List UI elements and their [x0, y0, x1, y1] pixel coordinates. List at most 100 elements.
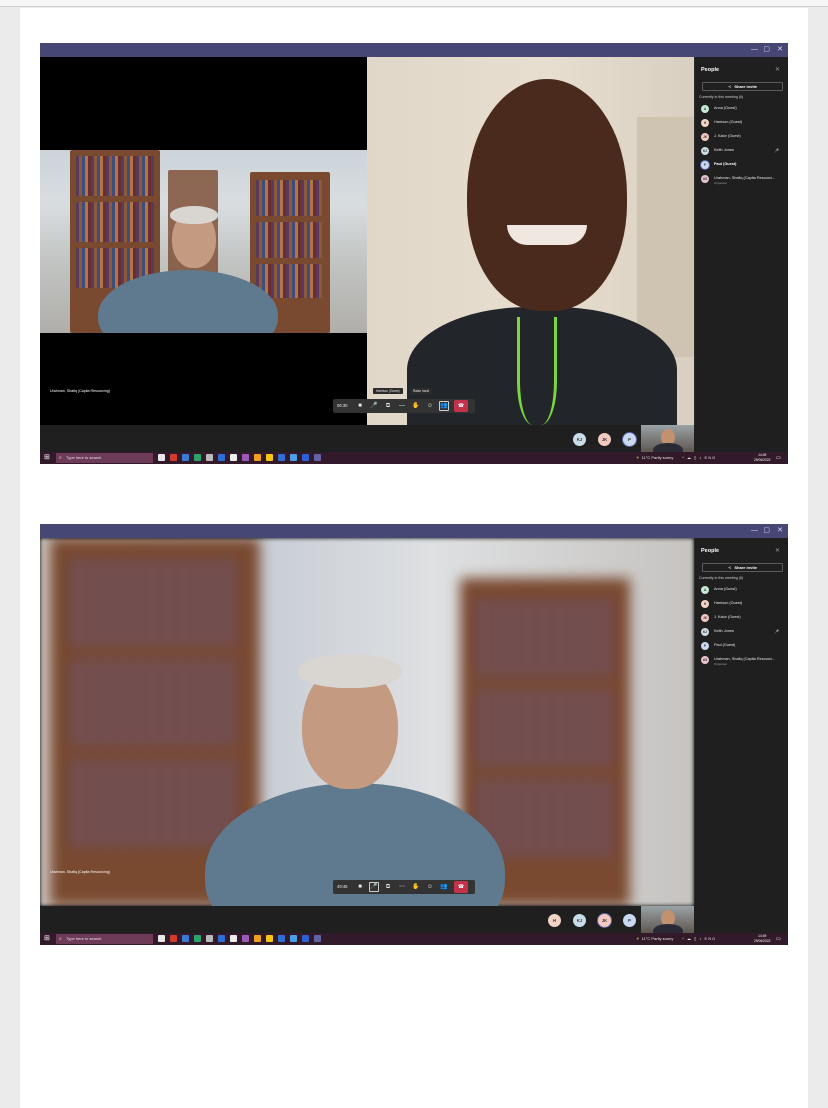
participant-role: Organiser: [714, 662, 728, 666]
outlook-icon[interactable]: [278, 454, 285, 461]
taskbar-clock[interactable]: 14:49 29/04/2022: [754, 934, 771, 943]
share-screen-icon[interactable]: ⧉: [383, 401, 393, 411]
participant-row[interactable]: P Paul (Guest): [701, 159, 785, 173]
task-view-icon[interactable]: [158, 454, 165, 461]
section-heading[interactable]: Currently in this meeting (6): [699, 576, 743, 580]
teams-icon[interactable]: [314, 935, 321, 942]
leave-call-button[interactable]: ☎: [454, 881, 468, 893]
participant-row[interactable]: US Urahman, Shafiq (Capita Resourci... Org…: [701, 173, 785, 187]
app-icon[interactable]: [302, 454, 309, 461]
taskbar-search[interactable]: ⌕ Type here to search: [56, 453, 153, 463]
participant-name: Anna (Guest): [714, 587, 737, 591]
raise-hand-icon[interactable]: ✋: [411, 882, 421, 892]
participant-name: Anna (Guest): [714, 106, 737, 110]
leave-call-button[interactable]: ☎: [454, 400, 468, 412]
strip-avatar[interactable]: KJ: [573, 914, 586, 927]
participant-avatar: P: [701, 642, 709, 650]
app-icon[interactable]: [254, 935, 261, 942]
participant-row[interactable]: H Harrison (Guest): [701, 598, 785, 612]
app-icon[interactable]: [290, 454, 297, 461]
app-icon[interactable]: [218, 935, 225, 942]
participant-row[interactable]: KJ Keith Jones 🎤: [701, 626, 785, 640]
folder-icon[interactable]: [266, 935, 273, 942]
strip-avatar[interactable]: KJ: [573, 433, 586, 446]
minimize-icon[interactable]: —: [751, 525, 758, 537]
weather-widget[interactable]: ☀ 11°C Partly sunny: [636, 452, 673, 464]
strip-avatar[interactable]: JK: [598, 914, 611, 927]
participant-row[interactable]: H Harrison (Guest): [701, 117, 785, 131]
browser-icon[interactable]: [182, 935, 189, 942]
app-icon[interactable]: [290, 935, 297, 942]
participant-row[interactable]: JK J. Kalor (Guest): [701, 612, 785, 626]
search-icon: ⌕: [59, 936, 62, 942]
teams-icon[interactable]: [314, 454, 321, 461]
participant-row[interactable]: US Urahman, Shafiq (Capita Resourci... Org…: [701, 654, 785, 668]
camera-icon[interactable]: ■: [355, 401, 365, 411]
outlook-icon[interactable]: [278, 935, 285, 942]
more-actions-icon[interactable]: ⋯: [397, 882, 407, 892]
app-icon[interactable]: [194, 454, 201, 461]
app-icon[interactable]: [242, 454, 249, 461]
weather-widget[interactable]: ☀ 11°C Partly sunny: [636, 933, 673, 945]
participant-avatar: US: [701, 656, 709, 664]
weather-sun-icon: ☀: [636, 455, 640, 460]
app-icon[interactable]: [194, 935, 201, 942]
mic-icon[interactable]: 🎤: [369, 401, 379, 411]
chrome-icon[interactable]: [170, 454, 177, 461]
windows-start-icon[interactable]: ⊞: [44, 454, 51, 461]
muted-mic-icon: 🎤: [774, 148, 779, 153]
task-view-icon[interactable]: [158, 935, 165, 942]
app-icon[interactable]: [242, 935, 249, 942]
notification-icon[interactable]: ▭: [776, 452, 781, 464]
app-icon[interactable]: [206, 454, 213, 461]
participant-row[interactable]: A Anna (Guest): [701, 103, 785, 117]
chrome-icon[interactable]: [170, 935, 177, 942]
share-screen-icon[interactable]: ⧉: [383, 882, 393, 892]
mic-icon[interactable]: 🎤: [369, 882, 379, 892]
maximize-icon[interactable]: ▢: [763, 44, 770, 56]
reactions-icon[interactable]: ☺: [425, 401, 435, 411]
people-panel-close-icon[interactable]: ✕: [775, 66, 780, 73]
share-icon: ≺: [727, 565, 732, 570]
muted-mic-icon: 🎤: [774, 629, 779, 634]
file-icon[interactable]: [230, 454, 237, 461]
people-panel-title: People: [701, 548, 720, 554]
share-invite-button[interactable]: ≺ Share invite: [702, 563, 783, 572]
windows-start-icon[interactable]: ⊞: [44, 935, 51, 942]
app-icon[interactable]: [254, 454, 261, 461]
raise-hand-icon[interactable]: ✋: [411, 401, 421, 411]
taskbar-search[interactable]: ⌕ Type here to search: [56, 934, 153, 944]
close-icon[interactable]: ✕: [777, 525, 783, 537]
reactions-icon[interactable]: ☺: [425, 882, 435, 892]
folder-icon[interactable]: [266, 454, 273, 461]
participant-row[interactable]: P Paul (Guest): [701, 640, 785, 654]
section-heading[interactable]: Currently in this meeting (6): [699, 95, 743, 99]
app-icon[interactable]: [218, 454, 225, 461]
system-tray[interactable]: ^ ☁ ▯ ♪ ENG: [682, 933, 716, 945]
strip-avatar[interactable]: P: [623, 433, 636, 446]
participant-row[interactable]: A Anna (Guest): [701, 584, 785, 598]
call-controls: 49:46 ■ 🎤 ⧉ ⋯ ✋ ☺ 👥 ☎: [333, 880, 475, 894]
participant-row[interactable]: KJ Keith Jones 🎤: [701, 145, 785, 159]
strip-avatar[interactable]: P: [623, 914, 636, 927]
maximize-icon[interactable]: ▢: [763, 525, 770, 537]
more-actions-icon[interactable]: —: [397, 401, 407, 411]
minimize-icon[interactable]: —: [751, 44, 758, 56]
camera-icon[interactable]: ■: [355, 882, 365, 892]
app-icon[interactable]: [206, 935, 213, 942]
notification-icon[interactable]: ▭: [776, 933, 781, 945]
app-icon[interactable]: [302, 935, 309, 942]
browser-icon[interactable]: [182, 454, 189, 461]
system-tray[interactable]: ^ ☁ ▯ ♪ ENG: [682, 452, 716, 464]
close-icon[interactable]: ✕: [777, 44, 783, 56]
file-icon[interactable]: [230, 935, 237, 942]
participants-icon[interactable]: 👥: [439, 882, 449, 892]
participants-icon[interactable]: 👥: [439, 401, 449, 411]
participant-row[interactable]: JK J. Kalor (Guest): [701, 131, 785, 145]
participant-avatar: A: [701, 586, 709, 594]
share-invite-button[interactable]: ≺ Share invite: [702, 82, 783, 91]
taskbar-clock[interactable]: 14:49 29/04/2022: [754, 453, 771, 462]
strip-avatar[interactable]: H: [548, 914, 561, 927]
people-panel-close-icon[interactable]: ✕: [775, 547, 780, 554]
strip-avatar[interactable]: JK: [598, 433, 611, 446]
